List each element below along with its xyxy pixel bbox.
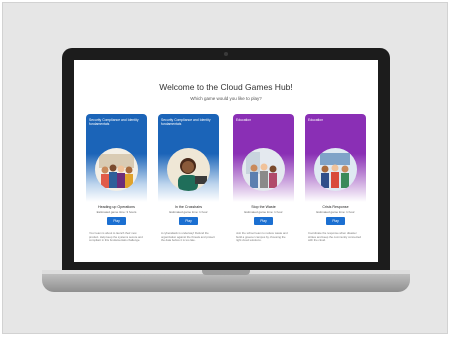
- game-duration: Estimated game time: 1 hour: [169, 210, 208, 214]
- game-duration: Estimated game time: 3 hours: [96, 210, 137, 214]
- game-name: Crisis Response: [322, 205, 349, 209]
- play-button-operations[interactable]: Play: [107, 217, 126, 225]
- laptop-screen: Welcome to the Cloud Games Hub! Which ga…: [74, 60, 378, 262]
- camera-icon: [224, 52, 228, 56]
- play-button-crisis-response[interactable]: Play: [326, 217, 345, 225]
- laptop-lid: Welcome to the Cloud Games Hub! Which ga…: [62, 48, 390, 274]
- card-category: Education: [308, 118, 324, 122]
- card-header: Education: [233, 114, 294, 202]
- game-name: Heading up Operations: [98, 205, 135, 209]
- game-illustration-icon: [95, 148, 138, 191]
- card-category: Security Compliance and Identity fundame…: [161, 118, 211, 126]
- card-header: Security Compliance and Identity fundame…: [158, 114, 219, 202]
- game-card-crosshairs[interactable]: Security Compliance and Identity fundame…: [158, 114, 219, 262]
- game-illustration-icon: [242, 148, 285, 191]
- game-name: In the Crosshairs: [174, 205, 203, 209]
- laptop-notch: [202, 270, 250, 275]
- game-name: Stop the Waste: [251, 205, 276, 209]
- card-header: Education: [305, 114, 366, 202]
- game-description: Join the school team to reduce waste and…: [236, 231, 288, 243]
- page-title: Welcome to the Cloud Games Hub!: [159, 82, 293, 92]
- play-button-crosshairs[interactable]: Play: [179, 217, 198, 225]
- game-description: Coordinate the response when disaster st…: [308, 231, 362, 243]
- card-category: Education: [236, 118, 252, 122]
- card-header: Security Compliance and Identity fundame…: [86, 114, 147, 202]
- game-description: Your team is about to launch their new p…: [89, 231, 143, 243]
- game-illustration-icon: [314, 148, 357, 191]
- card-category: Security Compliance and Identity fundame…: [89, 118, 139, 126]
- game-duration: Estimated game time: 1 hour: [244, 210, 283, 214]
- game-card-crisis-response[interactable]: Education Crisis Response Estimated game…: [305, 114, 366, 262]
- game-illustration-icon: [167, 148, 210, 191]
- game-card-operations[interactable]: Security Compliance and Identity fundame…: [86, 114, 147, 262]
- game-description: A cyberattack is underway! Defend the or…: [161, 231, 215, 243]
- play-button-stop-the-waste[interactable]: Play: [254, 217, 273, 225]
- game-card-stop-the-waste[interactable]: Education Stop the Waste Estimated game …: [233, 114, 294, 262]
- page-subtitle: Which game would you like to play?: [190, 96, 262, 101]
- game-duration: Estimated game time: 1 hour: [316, 210, 355, 214]
